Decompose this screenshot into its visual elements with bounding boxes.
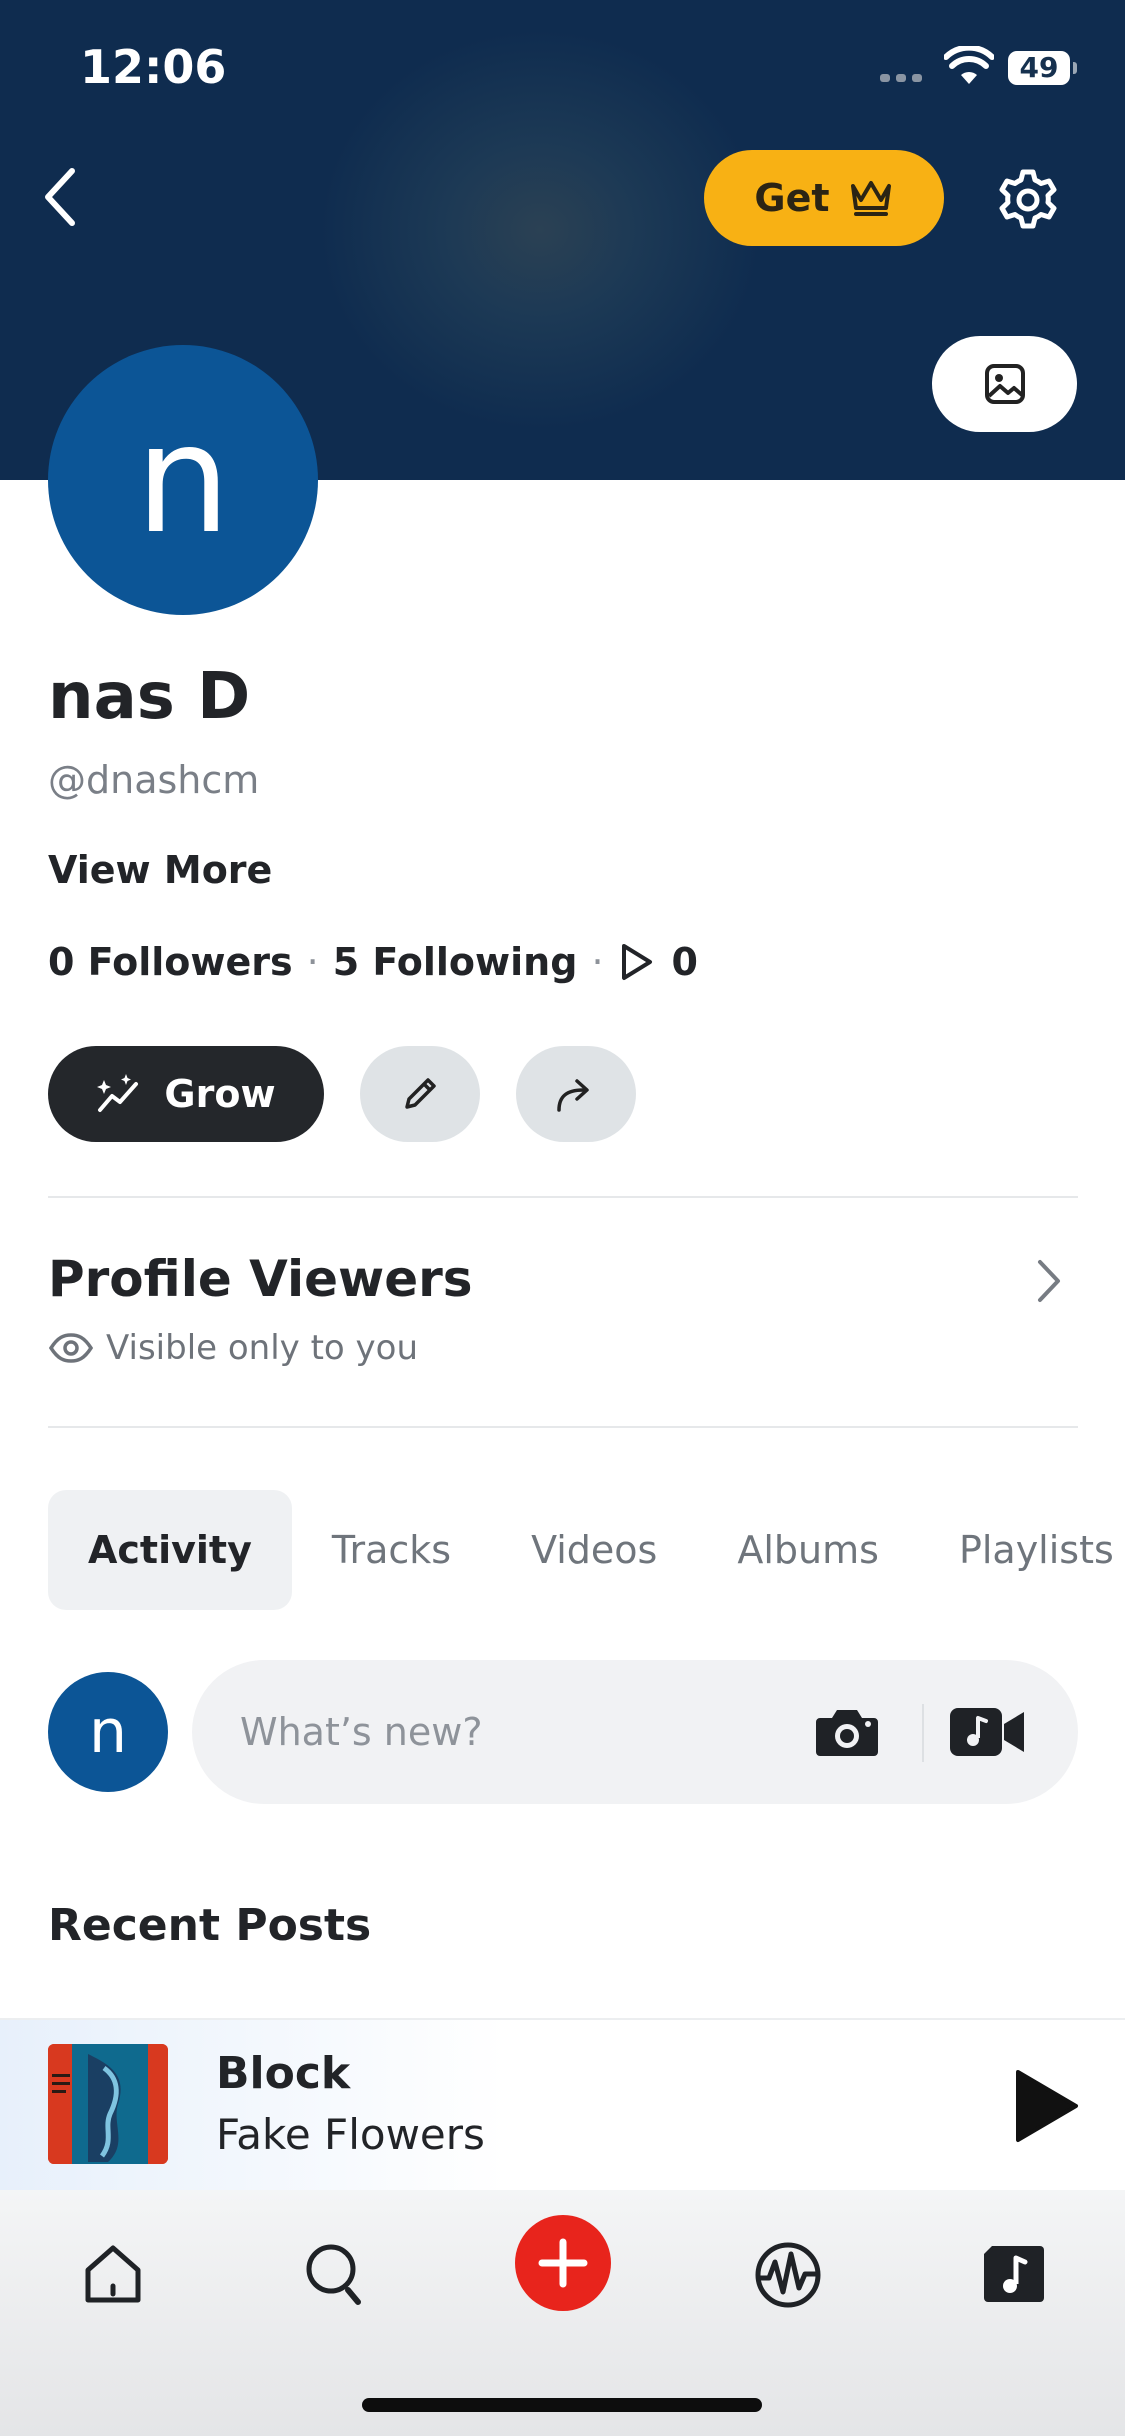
plus-icon: [538, 2238, 588, 2288]
composer-avatar: n: [48, 1672, 168, 1792]
divider: [48, 1426, 1078, 1428]
crown-icon: [848, 178, 894, 218]
get-label: Get: [754, 176, 830, 220]
now-playing-title: Block: [216, 2048, 351, 2099]
tabbar-home[interactable]: [68, 2230, 158, 2320]
play-button[interactable]: [1010, 2068, 1080, 2148]
wifi-icon: [944, 46, 994, 84]
album-cover-art: [48, 2044, 168, 2164]
waveform-icon: [755, 2242, 821, 2308]
image-icon: [984, 364, 1025, 404]
add-music-video-button[interactable]: [948, 1704, 1028, 1764]
tab-activity[interactable]: Activity: [48, 1490, 292, 1610]
profile-name: nas D: [48, 660, 251, 734]
pencil-icon: [405, 1078, 436, 1109]
grow-button[interactable]: Grow: [48, 1046, 324, 1142]
status-time: 12:06: [80, 40, 227, 94]
tabbar-library[interactable]: [968, 2230, 1058, 2320]
profile-handle: @dnashcm: [48, 758, 260, 802]
stats-separator: ·: [306, 940, 319, 984]
plays-count: 0: [671, 940, 698, 984]
profile-viewers-subtitle-text: Visible only to you: [106, 1328, 419, 1368]
settings-button[interactable]: [996, 168, 1060, 232]
eye-icon: [48, 1332, 94, 1364]
home-icon: [85, 2245, 141, 2303]
profile-avatar[interactable]: n: [48, 345, 318, 615]
whats-new-input[interactable]: [240, 1700, 760, 1764]
edit-cover-image-button[interactable]: [932, 336, 1077, 432]
profile-viewers-subtitle: Visible only to you: [48, 1328, 418, 1368]
profile-viewers-chevron[interactable]: [1034, 1258, 1064, 1308]
library-music-icon: [984, 2246, 1044, 2302]
tabbar-search[interactable]: [292, 2230, 382, 2320]
tab-albums[interactable]: Albums: [697, 1490, 919, 1610]
share-arrow-icon: [557, 1079, 589, 1112]
chevron-right-icon: [1038, 1260, 1060, 1302]
grow-label: Grow: [164, 1072, 276, 1116]
divider: [48, 1196, 1078, 1198]
tabbar-activity[interactable]: [743, 2230, 833, 2320]
now-playing-artist: Fake Flowers: [216, 2110, 485, 2159]
play-outline-icon: [618, 942, 654, 982]
gear-icon: [999, 169, 1057, 229]
composer-separator: [922, 1704, 924, 1762]
back-button[interactable]: [38, 165, 88, 229]
profile-tabs: Activity Tracks Videos Albums Playlists: [48, 1490, 1125, 1610]
tab-tracks[interactable]: Tracks: [292, 1490, 491, 1610]
chevron-left-icon: [45, 168, 75, 226]
stats-separator: ·: [591, 940, 604, 984]
tab-playlists[interactable]: Playlists: [919, 1490, 1125, 1610]
mini-player[interactable]: Block Fake Flowers: [0, 2018, 1125, 2190]
share-profile-button[interactable]: [516, 1046, 636, 1142]
profile-stats: 0 Followers · 5 Following · 0: [48, 940, 698, 984]
recent-posts-title: Recent Posts: [48, 1900, 372, 1951]
signal-dots-icon: [880, 74, 922, 82]
sparkle-trend-icon: [96, 1072, 142, 1116]
tab-videos[interactable]: Videos: [491, 1490, 697, 1610]
whats-new-composer[interactable]: [192, 1660, 1078, 1804]
view-more-link[interactable]: View More: [48, 848, 272, 892]
add-photo-button[interactable]: [814, 1704, 880, 1764]
followers-count[interactable]: 0 Followers: [48, 940, 293, 984]
camera-icon: [816, 1710, 878, 1756]
get-premium-button[interactable]: Get: [704, 150, 944, 246]
music-video-icon: [950, 1708, 1024, 1756]
following-count[interactable]: 5 Following: [333, 940, 578, 984]
battery-indicator: 49: [1008, 51, 1077, 85]
profile-viewers-title[interactable]: Profile Viewers: [48, 1250, 473, 1308]
play-icon: [1016, 2070, 1078, 2142]
edit-profile-button[interactable]: [360, 1046, 480, 1142]
tabbar-create[interactable]: [515, 2215, 611, 2311]
search-icon: [306, 2244, 361, 2305]
home-indicator: [362, 2398, 762, 2412]
